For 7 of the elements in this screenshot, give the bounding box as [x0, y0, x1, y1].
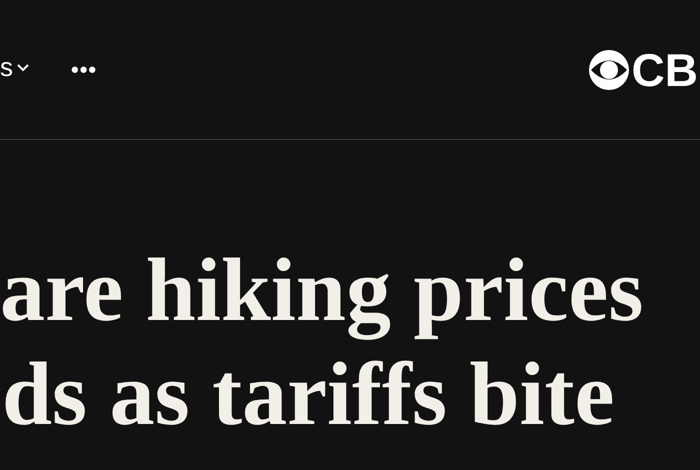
- headline-line: are hiking prices: [0, 240, 644, 342]
- more-button[interactable]: •••: [71, 53, 98, 86]
- nav-menu-button[interactable]: s: [0, 48, 29, 91]
- headline-line: ds as tariffs bite: [2, 344, 616, 446]
- logo-text: CB: [632, 46, 698, 92]
- chevron-down-icon: [17, 64, 29, 72]
- eye-logo-icon: [588, 48, 630, 90]
